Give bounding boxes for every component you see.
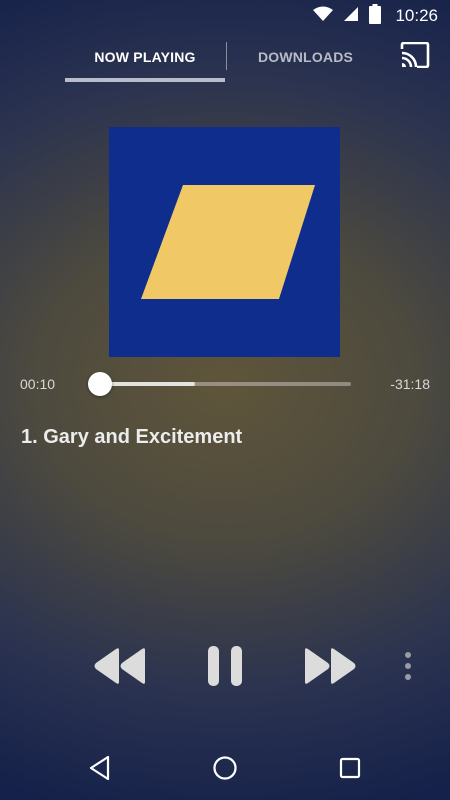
tab-now-playing[interactable]: NOW PLAYING: [65, 34, 225, 80]
cell-signal-icon: [343, 6, 359, 27]
back-button[interactable]: [76, 750, 124, 790]
rewind-button[interactable]: [88, 640, 152, 696]
album-art: [109, 127, 340, 357]
recents-button[interactable]: [326, 750, 374, 790]
elapsed-time: 00:10: [20, 376, 56, 392]
more-vert-icon: [404, 651, 412, 686]
playback-controls: [0, 640, 450, 696]
fast-forward-button[interactable]: [298, 640, 362, 696]
tab-downloads[interactable]: DOWNLOADS: [228, 34, 383, 80]
recents-icon: [338, 756, 362, 785]
pause-icon: [206, 644, 244, 693]
home-icon: [212, 755, 238, 786]
tab-bar: NOW PLAYING DOWNLOADS: [0, 34, 450, 82]
fast-forward-icon: [302, 646, 358, 691]
cast-button[interactable]: [398, 41, 432, 73]
status-time: 10:26: [395, 6, 438, 25]
home-button[interactable]: [201, 750, 249, 790]
rewind-icon: [92, 646, 148, 691]
seek-thumb[interactable]: [88, 372, 112, 396]
status-bar: 10:26: [0, 0, 450, 32]
battery-icon: [369, 3, 382, 29]
wifi-icon: [313, 6, 334, 27]
more-options-button[interactable]: [394, 640, 422, 696]
seek-bar[interactable]: [100, 382, 351, 386]
tab-indicator: [65, 78, 225, 82]
album-art-logo: [141, 185, 315, 299]
remaining-time: -31:18: [390, 376, 430, 392]
pause-button[interactable]: [196, 640, 254, 696]
tab-divider: [226, 42, 227, 70]
system-nav-bar: [0, 738, 450, 800]
track-title: 1. Gary and Excitement: [21, 426, 243, 448]
back-icon: [88, 755, 112, 786]
seek-buffered: [100, 382, 196, 386]
cast-icon: [400, 41, 430, 73]
